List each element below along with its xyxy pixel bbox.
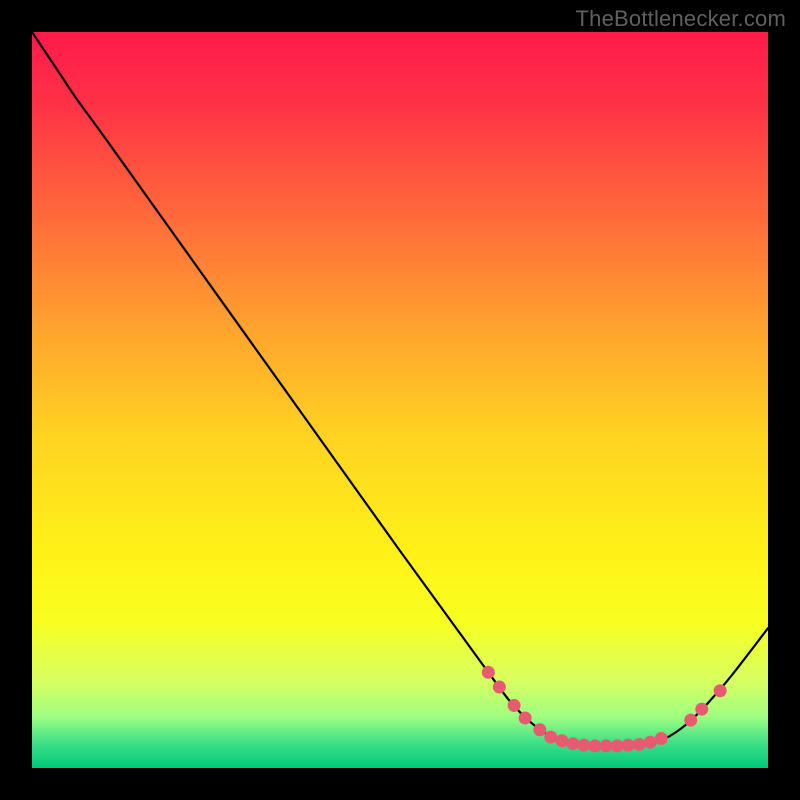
data-marker bbox=[684, 714, 697, 727]
data-marker bbox=[633, 738, 646, 751]
plot-background bbox=[32, 32, 768, 768]
chart-svg bbox=[0, 0, 800, 800]
data-marker bbox=[611, 739, 624, 752]
data-marker bbox=[544, 731, 557, 744]
data-marker bbox=[695, 703, 708, 716]
data-marker bbox=[655, 732, 668, 745]
data-marker bbox=[493, 681, 506, 694]
watermark-text: TheBottlenecker.com bbox=[576, 6, 786, 32]
data-marker bbox=[508, 699, 521, 712]
chart-container: TheBottlenecker.com bbox=[0, 0, 800, 800]
data-marker bbox=[555, 734, 568, 747]
data-marker bbox=[482, 666, 495, 679]
data-marker bbox=[578, 739, 591, 752]
data-marker bbox=[533, 723, 546, 736]
data-marker bbox=[622, 739, 635, 752]
data-marker bbox=[644, 736, 657, 749]
data-marker bbox=[714, 684, 727, 697]
data-marker bbox=[566, 737, 579, 750]
data-marker bbox=[519, 711, 532, 724]
